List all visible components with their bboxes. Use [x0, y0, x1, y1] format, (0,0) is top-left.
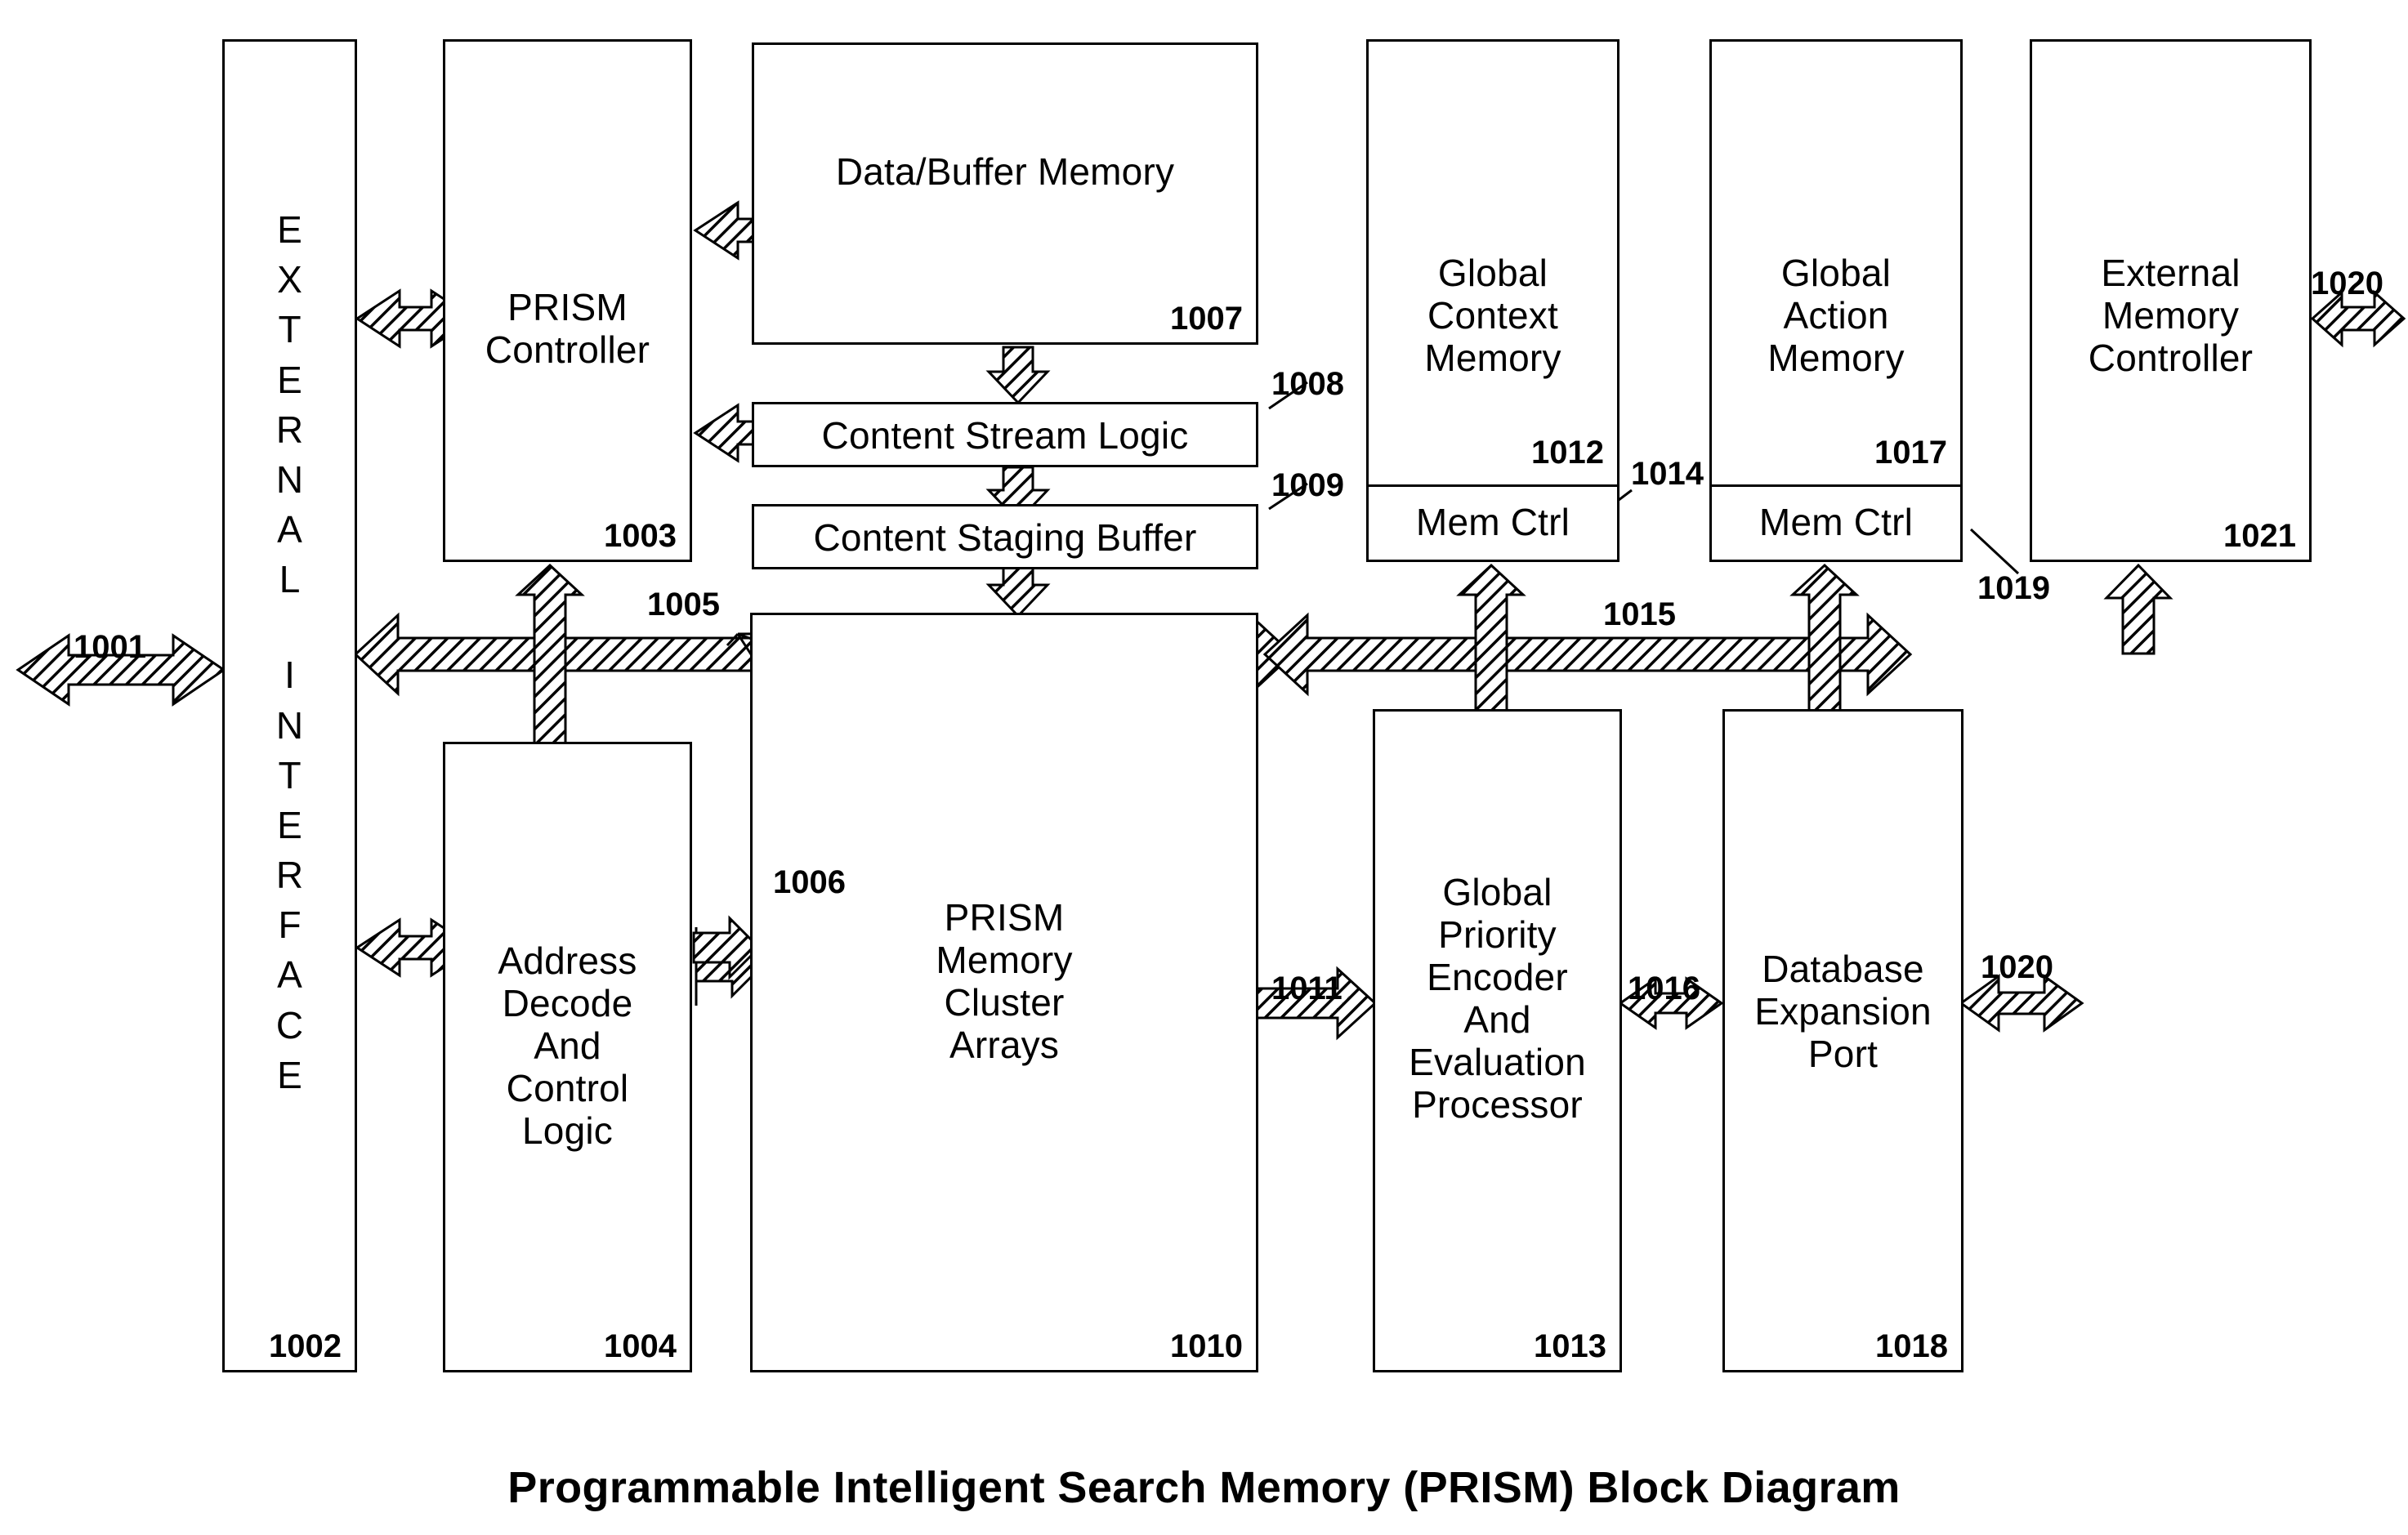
context-mem-ctrl-label: Mem Ctrl [1415, 501, 1570, 543]
content-stream-logic-label: Content Stream Logic [821, 414, 1189, 457]
ref-1004: 1004 [604, 1328, 677, 1364]
ref-1008: 1008 [1271, 366, 1344, 402]
ref-1003: 1003 [604, 518, 677, 554]
ref-1001: 1001 [74, 629, 146, 665]
global-priority-encoder-label: Global Priority Encoder And Evaluation P… [1409, 871, 1586, 1126]
ref-1011: 1011 [1271, 971, 1342, 1006]
ref-1016: 1016 [1628, 971, 1700, 1006]
block-external-interface[interactable]: EXTERNAL INTERFACE 1002 [222, 39, 357, 1372]
prism-controller-label: PRISM Controller [485, 286, 650, 371]
ref-1021: 1021 [2223, 518, 2296, 554]
block-global-action-memory[interactable]: Global Action Memory 1017 Mem Ctrl [1709, 39, 1963, 562]
block-global-context-mem-ctrl[interactable]: Mem Ctrl [1366, 484, 1619, 562]
block-address-decode-control-logic[interactable]: Address Decode And Control Logic 1004 [443, 742, 692, 1372]
ref-1006: 1006 [773, 864, 846, 900]
address-decode-label: Address Decode And Control Logic [498, 939, 637, 1152]
ref-1015: 1015 [1603, 596, 1676, 632]
ref-1009: 1009 [1271, 467, 1344, 503]
global-action-memory-label: Global Action Memory [1767, 252, 1905, 379]
ref-1012: 1012 [1531, 435, 1604, 471]
content-staging-buffer-label: Content Staging Buffer [813, 516, 1197, 559]
block-content-stream-logic[interactable]: Content Stream Logic [752, 402, 1258, 467]
block-data-buffer-memory[interactable]: Data/Buffer Memory 1007 [752, 42, 1258, 345]
ref-1020-extmem: 1020 [2311, 266, 2383, 301]
external-memory-controller-label: External Memory Controller [2088, 252, 2254, 379]
ref-1017: 1017 [1874, 435, 1947, 471]
figure-caption: Programmable Intelligent Search Memory (… [507, 1463, 1901, 1512]
database-expansion-port-label: Database Expansion Port [1754, 948, 1932, 1075]
arrow-data-buffer-down [985, 346, 1051, 405]
block-external-memory-controller[interactable]: External Memory Controller 1021 [2030, 39, 2312, 562]
ref-1014: 1014 [1631, 456, 1704, 492]
ref-1019: 1019 [1977, 570, 2050, 606]
data-buffer-memory-label: Data/Buffer Memory [835, 150, 1175, 193]
block-global-context-memory[interactable]: Global Context Memory 1012 Mem Ctrl [1366, 39, 1619, 562]
bus-global-1015 [1262, 612, 1913, 697]
ref-1020-dbport: 1020 [1981, 949, 2053, 985]
prism-memory-cluster-label: PRISM Memory Cluster Arrays [936, 896, 1073, 1066]
ref-1013: 1013 [1534, 1328, 1606, 1364]
block-global-priority-encoder[interactable]: Global Priority Encoder And Evaluation P… [1373, 709, 1622, 1372]
ref-1007: 1007 [1170, 301, 1243, 337]
ref-1005: 1005 [647, 587, 720, 622]
block-database-expansion-port[interactable]: Database Expansion Port 1018 [1722, 709, 1963, 1372]
global-context-memory-label: Global Context Memory [1424, 252, 1561, 379]
prism-block-diagram: EXTERNAL INTERFACE 1002 PRISM Controller… [0, 0, 2408, 1535]
action-mem-ctrl-label: Mem Ctrl [1758, 501, 1914, 543]
ref-1010: 1010 [1170, 1328, 1243, 1364]
ref-1018: 1018 [1875, 1328, 1948, 1364]
block-global-action-mem-ctrl[interactable]: Mem Ctrl [1709, 484, 1963, 562]
arrow-staging-buffer-down [985, 562, 1051, 618]
block-prism-memory-cluster-arrays[interactable]: PRISM Memory Cluster Arrays 1010 [750, 613, 1258, 1372]
external-interface-vertical-label: EXTERNAL INTERFACE [275, 208, 304, 1096]
block-prism-controller[interactable]: PRISM Controller 1003 [443, 39, 692, 562]
block-content-staging-buffer[interactable]: Content Staging Buffer [752, 504, 1258, 569]
ref-1002: 1002 [269, 1328, 342, 1364]
arrow-bus-vertical-extmem [2103, 563, 2173, 655]
